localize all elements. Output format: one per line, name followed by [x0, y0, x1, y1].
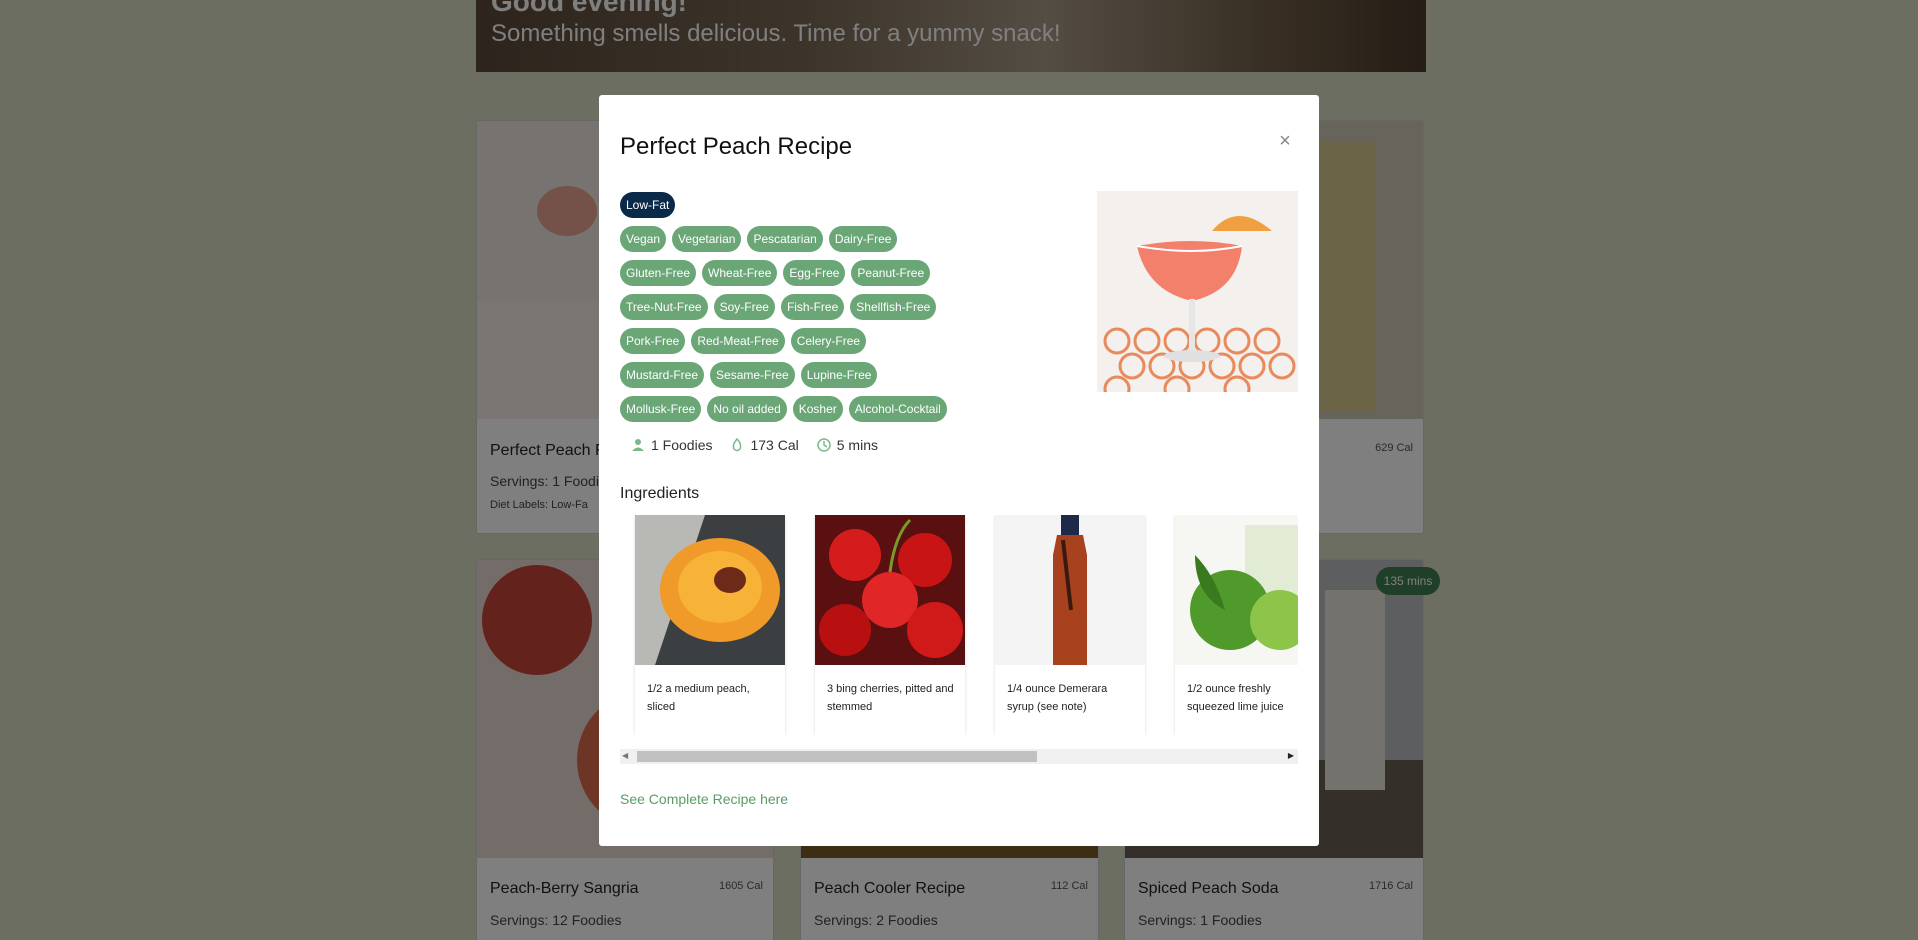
time-value: 5 mins [836, 437, 878, 453]
label-pill: Peanut-Free [851, 260, 931, 286]
label-pill: Red-Meat-Free [691, 328, 785, 354]
modal-title: Perfect Peach Recipe [620, 133, 853, 160]
label-pill: Sesame-Free [710, 362, 795, 388]
label-pill: Pork-Free [620, 328, 686, 354]
label-pill: Vegetarian [672, 226, 742, 252]
label-pill: Pescatarian [747, 226, 823, 252]
recipe-image [1097, 191, 1298, 392]
recipe-stats: 1 Foodies 173 Cal 5 mins [631, 437, 878, 453]
ingredient-image [995, 515, 1145, 665]
label-pill: Celery-Free [790, 328, 867, 354]
label-pill: Dairy-Free [828, 226, 898, 252]
person-icon [632, 439, 644, 451]
ingredient-text: 1/2 ounce freshly squeezed lime juice [1187, 683, 1284, 713]
label-pill: Egg-Free [783, 260, 846, 286]
ingredient-image [635, 515, 785, 665]
label-pill: No oil added [707, 396, 787, 422]
scrollbar-thumb[interactable] [637, 751, 1037, 762]
label-pill: Tree-Nut-Free [620, 294, 708, 320]
arrow-left-icon[interactable]: ◀ [622, 751, 628, 760]
label-pill: Fish-Free [780, 294, 845, 320]
label-pill: Soy-Free [713, 294, 775, 320]
calories-value: 173 Cal [750, 437, 799, 453]
label-pill: Wheat-Free [702, 260, 778, 286]
servings-stat: 1 Foodies [631, 437, 712, 453]
ingredient-image [1175, 515, 1298, 665]
ingredient-card: 1/4 ounce Demerara syrup (see note) [995, 515, 1145, 735]
ingredient-image [815, 515, 965, 665]
calories-stat: 173 Cal [730, 437, 799, 453]
label-pill: Shellfish-Free [850, 294, 937, 320]
time-stat: 5 mins [817, 437, 878, 453]
label-pill: Lupine-Free [800, 362, 878, 388]
ingredients-list[interactable]: 1/2 a medium peach, sliced 3 bing cherri… [620, 515, 1298, 735]
see-complete-recipe-link[interactable]: See Complete Recipe here [620, 791, 788, 807]
label-pill: Mustard-Free [620, 362, 705, 388]
ingredient-card: 1/2 a medium peach, sliced [635, 515, 785, 735]
ingredient-card: 3 bing cherries, pitted and stemmed [815, 515, 965, 735]
clock-icon [817, 438, 831, 452]
ingredients-scrollbar[interactable]: ◀ ▶ [620, 749, 1298, 764]
label-pill: Mollusk-Free [620, 396, 702, 422]
ingredients-heading: Ingredients [620, 485, 700, 502]
diet-labels: Low-Fat Vegan Vegetarian Pescatarian Dai… [620, 192, 980, 430]
close-icon[interactable]: × [1275, 131, 1295, 151]
flame-icon [733, 438, 742, 452]
ingredient-text: 1/4 ounce Demerara syrup (see note) [1007, 683, 1108, 713]
ingredient-text: 3 bing cherries, pitted and stemmed [827, 683, 954, 713]
recipe-modal: Perfect Peach Recipe × Low-Fat Vegan Veg… [599, 95, 1319, 846]
servings-value: 1 Foodies [651, 437, 713, 453]
label-pill: Kosher [792, 396, 843, 422]
ingredient-text: 1/2 a medium peach, sliced [647, 683, 750, 713]
label-pill: Low-Fat [620, 192, 676, 218]
label-pill: Gluten-Free [620, 260, 697, 286]
arrow-right-icon[interactable]: ▶ [1288, 751, 1294, 760]
ingredient-card: 1/2 ounce freshly squeezed lime juice [1175, 515, 1298, 735]
label-pill: Alcohol-Cocktail [848, 396, 947, 422]
label-pill: Vegan [620, 226, 667, 252]
